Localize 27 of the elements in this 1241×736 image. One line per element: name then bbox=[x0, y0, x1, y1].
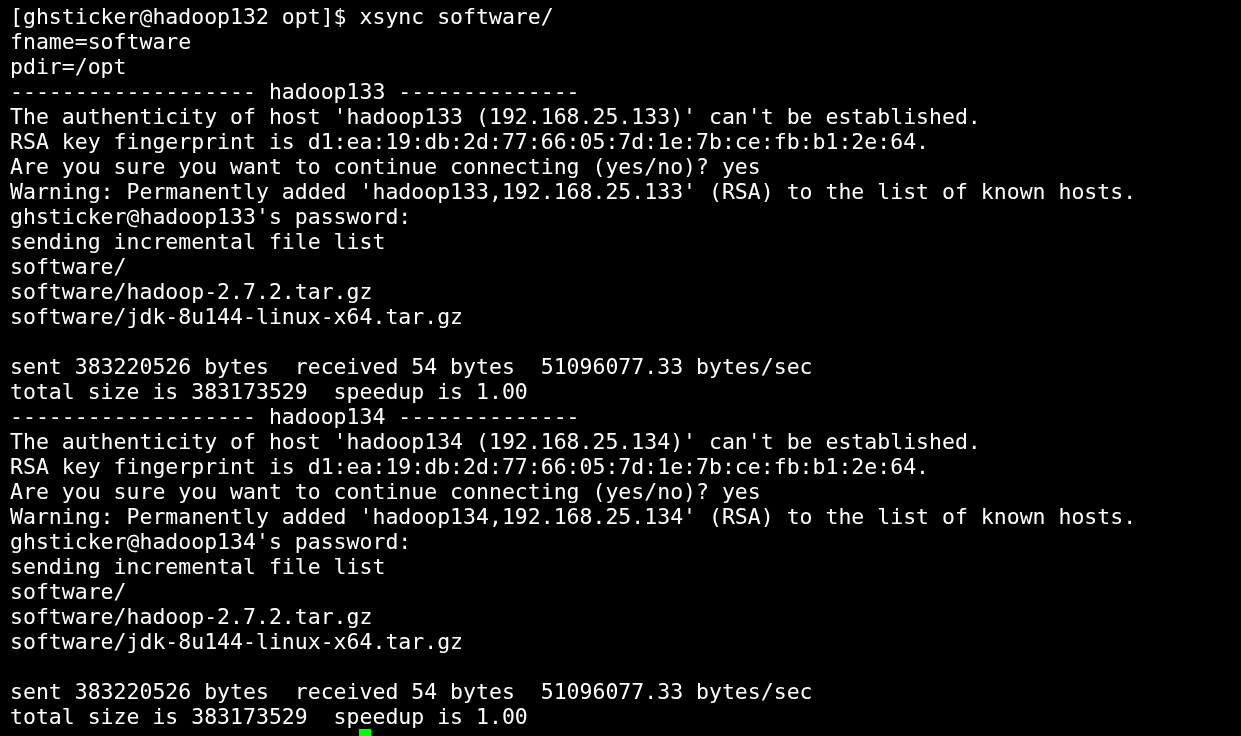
terminal-line: ------------------- hadoop134 -------------- bbox=[10, 404, 580, 429]
terminal-line: [ghsticker@hadoop132 opt]$ xsync software/ bbox=[10, 4, 554, 29]
terminal-line: ghsticker@hadoop134's password: bbox=[10, 529, 412, 554]
terminal-line: sent 383220526 bytes received 54 bytes 51096077.33 bytes/sec bbox=[10, 679, 813, 704]
terminal-line: RSA key fingerprint is d1:ea:19:db:2d:77:66:05:7d:1e:7b:ce:fb:b1:2e:64. bbox=[10, 454, 930, 479]
terminal-line: sending incremental file list bbox=[10, 229, 386, 254]
terminal-line: software/jdk-8u144-linux-x64.tar.gz bbox=[10, 304, 464, 329]
terminal-line: Are you sure you want to continue connecting (yes/no)? yes bbox=[10, 154, 761, 179]
terminal-line: software/hadoop-2.7.2.tar.gz bbox=[10, 279, 373, 304]
terminal-line: sent 383220526 bytes received 54 bytes 51096077.33 bytes/sec bbox=[10, 354, 813, 379]
terminal-line: The authenticity of host 'hadoop134 (192.168.25.134)' can't be established. bbox=[10, 429, 981, 454]
terminal-line: Warning: Permanently added 'hadoop134,192.168.25.134' (RSA) to the list of known hosts. bbox=[10, 504, 1137, 529]
terminal-line: Warning: Permanently added 'hadoop133,192.168.25.133' (RSA) to the list of known hosts. bbox=[10, 179, 1137, 204]
terminal-line: ------------------- hadoop133 -------------- bbox=[10, 79, 580, 104]
terminal-line: software/hadoop-2.7.2.tar.gz bbox=[10, 604, 373, 629]
terminal-line: total size is 383173529 speedup is 1.00 bbox=[10, 379, 528, 404]
terminal-line: ghsticker@hadoop133's password: bbox=[10, 204, 412, 229]
terminal-line: software/ bbox=[10, 254, 127, 279]
terminal-line: fname=software bbox=[10, 29, 192, 54]
terminal-line: total size is 383173529 speedup is 1.00 bbox=[10, 704, 528, 729]
terminal-line: The authenticity of host 'hadoop133 (192.168.25.133)' can't be established. bbox=[10, 104, 981, 129]
terminal-line: pdir=/opt bbox=[10, 54, 127, 79]
terminal-line: sending incremental file list bbox=[10, 554, 386, 579]
terminal-line: Are you sure you want to continue connecting (yes/no)? yes bbox=[10, 479, 761, 504]
terminal-line: software/jdk-8u144-linux-x64.tar.gz bbox=[10, 629, 464, 654]
terminal-line: RSA key fingerprint is d1:ea:19:db:2d:77:66:05:7d:1e:7b:ce:fb:b1:2e:64. bbox=[10, 129, 930, 154]
terminal-line: software/ bbox=[10, 579, 127, 604]
